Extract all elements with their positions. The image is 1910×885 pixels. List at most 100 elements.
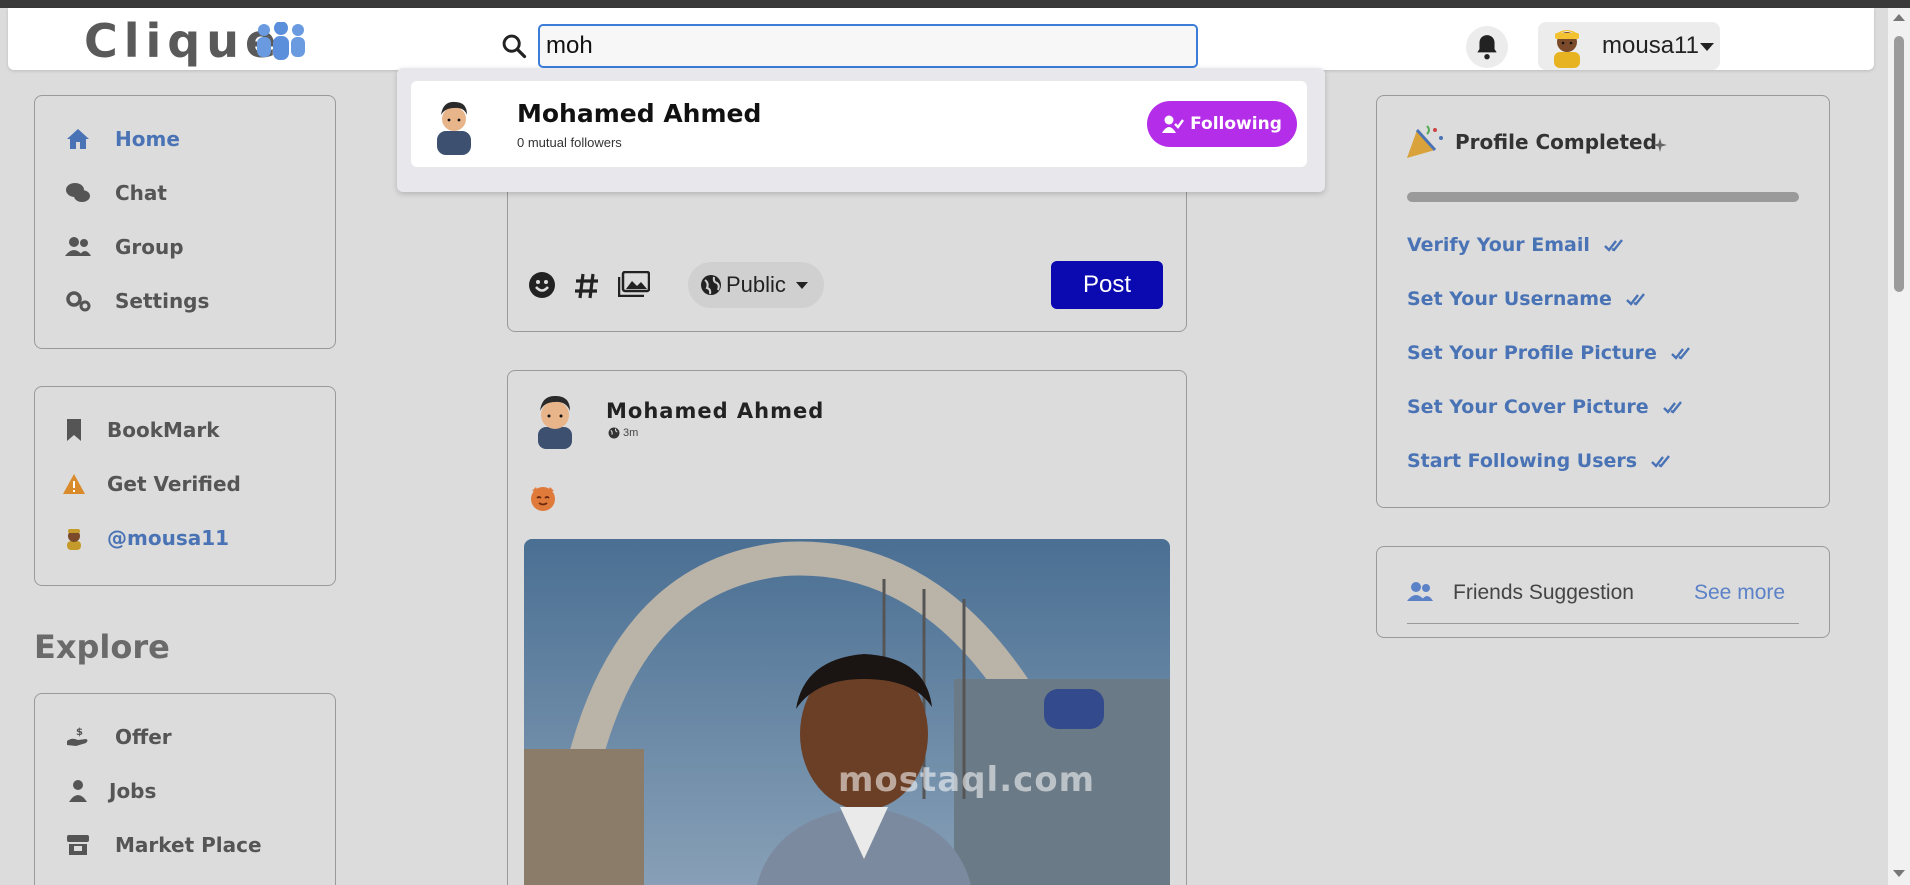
- bookmark-icon: [61, 417, 87, 443]
- mutual-followers-count: 0 mutual followers: [517, 135, 622, 150]
- task-set-profile-picture[interactable]: Set Your Profile Picture: [1407, 342, 1693, 364]
- scroll-down-icon[interactable]: [1893, 870, 1905, 877]
- nav-label: Settings: [115, 289, 210, 313]
- scroll-thumb[interactable]: [1894, 36, 1904, 292]
- nav-label: @mousa11: [107, 526, 230, 550]
- nav-label: Offer: [115, 725, 172, 749]
- explore-heading: Explore: [34, 628, 170, 666]
- profile-completed-title: Profile Completed: [1455, 130, 1657, 154]
- image-upload-icon[interactable]: [618, 271, 650, 297]
- result-name: Mohamed Ahmed: [517, 99, 762, 128]
- task-label: Set Your Cover Picture: [1407, 396, 1649, 418]
- task-verify-email[interactable]: Verify Your Email: [1407, 234, 1626, 256]
- top-navbar: Clique mousa11: [8, 8, 1874, 70]
- username-label: mousa11: [1602, 32, 1699, 59]
- search-input[interactable]: [538, 24, 1198, 68]
- nav-label: Chat: [115, 181, 167, 205]
- following-label: Following: [1190, 114, 1282, 134]
- emoji-reaction-icon: [531, 487, 555, 511]
- task-start-following[interactable]: Start Following Users: [1407, 450, 1673, 472]
- svg-text:$: $: [76, 727, 83, 738]
- profile-progress-bar: [1407, 192, 1799, 202]
- search-icon[interactable]: [500, 32, 528, 60]
- logo-people-icon: [257, 22, 305, 60]
- user-menu[interactable]: mousa11: [1538, 22, 1720, 70]
- following-button[interactable]: Following: [1147, 101, 1297, 147]
- globe-icon: [701, 275, 721, 295]
- post-author-avatar[interactable]: [526, 387, 584, 449]
- friends-suggestion-title: Friends Suggestion: [1453, 581, 1634, 604]
- notifications-button[interactable]: [1466, 26, 1508, 68]
- home-icon: [65, 126, 91, 152]
- profile-completed-card: Profile Completed Verify Your Email Set …: [1376, 95, 1830, 508]
- users-icon: [1407, 582, 1433, 601]
- chevron-down-icon: [795, 281, 808, 289]
- result-avatar: [437, 101, 471, 155]
- task-set-username[interactable]: Set Your Username: [1407, 288, 1648, 310]
- nav-label: Get Verified: [107, 472, 241, 496]
- nav-item-group[interactable]: Group: [65, 234, 184, 260]
- bell-icon: [1477, 35, 1497, 60]
- nav-item-offer[interactable]: $ Offer: [65, 724, 172, 750]
- nav-item-jobs[interactable]: Jobs: [65, 778, 156, 804]
- browser-top-strip: [0, 0, 1910, 8]
- task-label: Verify Your Email: [1407, 234, 1590, 256]
- nav-label: Market Place: [115, 833, 262, 857]
- double-check-icon: [1651, 455, 1671, 468]
- watermark: mostaql.com: [838, 760, 1096, 800]
- warning-icon: [61, 471, 87, 497]
- friends-suggestion-card: Friends Suggestion See more: [1376, 546, 1830, 638]
- page-scrollbar[interactable]: [1888, 8, 1910, 885]
- task-label: Set Your Username: [1407, 288, 1612, 310]
- search-results-dropdown: Mohamed Ahmed 0 mutual followers Followi…: [397, 68, 1325, 192]
- post-time: 3m: [623, 427, 639, 439]
- nav-label: Jobs: [109, 779, 157, 803]
- scroll-up-icon[interactable]: [1893, 14, 1905, 21]
- profile-avatar-icon: [61, 525, 87, 551]
- globe-icon: [608, 427, 620, 439]
- nav-item-bookmark[interactable]: BookMark: [61, 417, 220, 443]
- double-check-icon: [1604, 239, 1623, 252]
- sparkle-icon: [1653, 138, 1667, 152]
- secondary-nav-card: BookMark Get Verified @mousa11: [34, 386, 336, 586]
- post-card: Mohamed Ahmed 3m: [507, 370, 1187, 885]
- nav-item-profile[interactable]: @mousa11: [61, 525, 229, 551]
- search-result-item[interactable]: Mohamed Ahmed 0 mutual followers Followi…: [411, 81, 1307, 167]
- photo-scene: [524, 539, 1170, 885]
- user-avatar: [1554, 30, 1580, 68]
- post-button[interactable]: Post: [1051, 261, 1163, 309]
- task-set-cover-picture[interactable]: Set Your Cover Picture: [1407, 396, 1685, 418]
- chat-icon: [65, 180, 91, 206]
- nav-label: Group: [115, 235, 184, 259]
- offer-hand-icon: $: [65, 724, 91, 750]
- post-image[interactable]: [524, 539, 1170, 885]
- nav-item-home[interactable]: Home: [65, 126, 180, 152]
- nav-item-chat[interactable]: Chat: [65, 180, 167, 206]
- hashtag-icon[interactable]: [574, 272, 600, 300]
- group-icon: [65, 234, 91, 260]
- nav-label: Home: [115, 127, 180, 151]
- double-check-icon: [1626, 293, 1645, 306]
- nav-item-market-place[interactable]: Market Place: [65, 832, 262, 858]
- main-nav-card: Home Chat Group Settings: [34, 95, 336, 349]
- store-icon: [65, 832, 91, 858]
- see-more-link[interactable]: See more: [1694, 581, 1785, 605]
- task-label: Start Following Users: [1407, 450, 1638, 472]
- post-author-name[interactable]: Mohamed Ahmed: [606, 399, 824, 423]
- explore-card: $ Offer Jobs Market Place: [34, 693, 336, 885]
- party-popper-icon: [1407, 125, 1443, 158]
- double-check-icon: [1671, 347, 1690, 360]
- privacy-select[interactable]: Public: [688, 262, 824, 308]
- double-check-icon: [1662, 401, 1682, 414]
- divider: [1407, 623, 1799, 624]
- privacy-label: Public: [726, 272, 786, 297]
- emoji-icon[interactable]: [528, 271, 556, 299]
- user-check-icon: [1162, 115, 1185, 133]
- gears-icon: [65, 288, 91, 314]
- app-logo[interactable]: Clique: [84, 15, 282, 67]
- jobs-user-icon: [65, 778, 91, 804]
- task-label: Set Your Profile Picture: [1407, 342, 1657, 364]
- nav-item-get-verified[interactable]: Get Verified: [61, 471, 241, 497]
- nav-label: BookMark: [107, 418, 220, 442]
- nav-item-settings[interactable]: Settings: [65, 288, 209, 314]
